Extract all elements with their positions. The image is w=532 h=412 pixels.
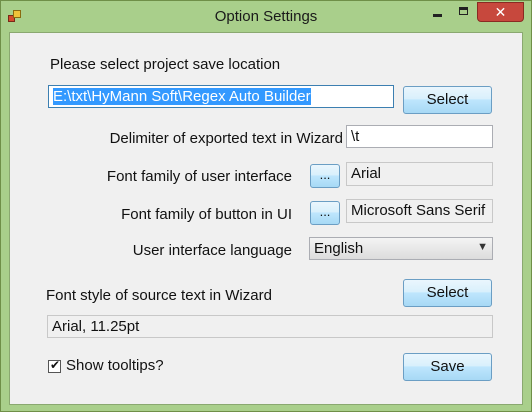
source-font-label: Font style of source text in Wizard [46, 287, 272, 304]
language-dropdown[interactable]: English ▼ [309, 237, 493, 260]
show-tooltips-checkbox[interactable]: ✔ [48, 358, 61, 373]
button-font-field: Microsoft Sans Serif [346, 199, 493, 223]
language-label: User interface language [132, 242, 292, 259]
chevron-down-icon: ▼ [477, 241, 488, 253]
select-save-location-button[interactable]: Select [403, 86, 492, 114]
option-settings-window: Option Settings ✕ Please select project … [0, 0, 532, 412]
ui-font-field: Arial [346, 162, 493, 186]
maximize-icon [459, 7, 468, 15]
minimize-button[interactable] [424, 2, 451, 22]
minimize-icon [433, 14, 442, 17]
close-icon: ✕ [494, 4, 507, 20]
save-location-path: E:\txt\HyMann Soft\Regex Auto Builder [53, 88, 311, 105]
source-font-field: Arial, 11.25pt [47, 315, 493, 338]
save-button[interactable]: Save [403, 353, 492, 381]
checkmark-icon: ✔ [50, 358, 61, 372]
ui-font-browse-button[interactable]: ... [310, 164, 340, 188]
title-bar[interactable]: Option Settings ✕ [1, 1, 531, 32]
show-tooltips-label[interactable]: Show tooltips? [66, 357, 164, 374]
maximize-button[interactable] [451, 2, 477, 22]
ui-font-label: Font family of user interface [106, 168, 292, 185]
button-font-browse-button[interactable]: ... [310, 201, 340, 225]
close-button[interactable]: ✕ [477, 2, 524, 22]
delimiter-input[interactable]: \t [346, 125, 493, 148]
button-font-label: Font family of button in UI [121, 206, 292, 223]
select-source-font-button[interactable]: Select [403, 279, 492, 307]
language-selected: English [314, 240, 364, 257]
delimiter-label: Delimiter of exported text in Wizard [109, 130, 343, 147]
settings-panel: Please select project save location E:\t… [9, 32, 523, 405]
save-location-label: Please select project save location [50, 56, 281, 73]
save-location-input[interactable]: E:\txt\HyMann Soft\Regex Auto Builder [48, 85, 394, 108]
